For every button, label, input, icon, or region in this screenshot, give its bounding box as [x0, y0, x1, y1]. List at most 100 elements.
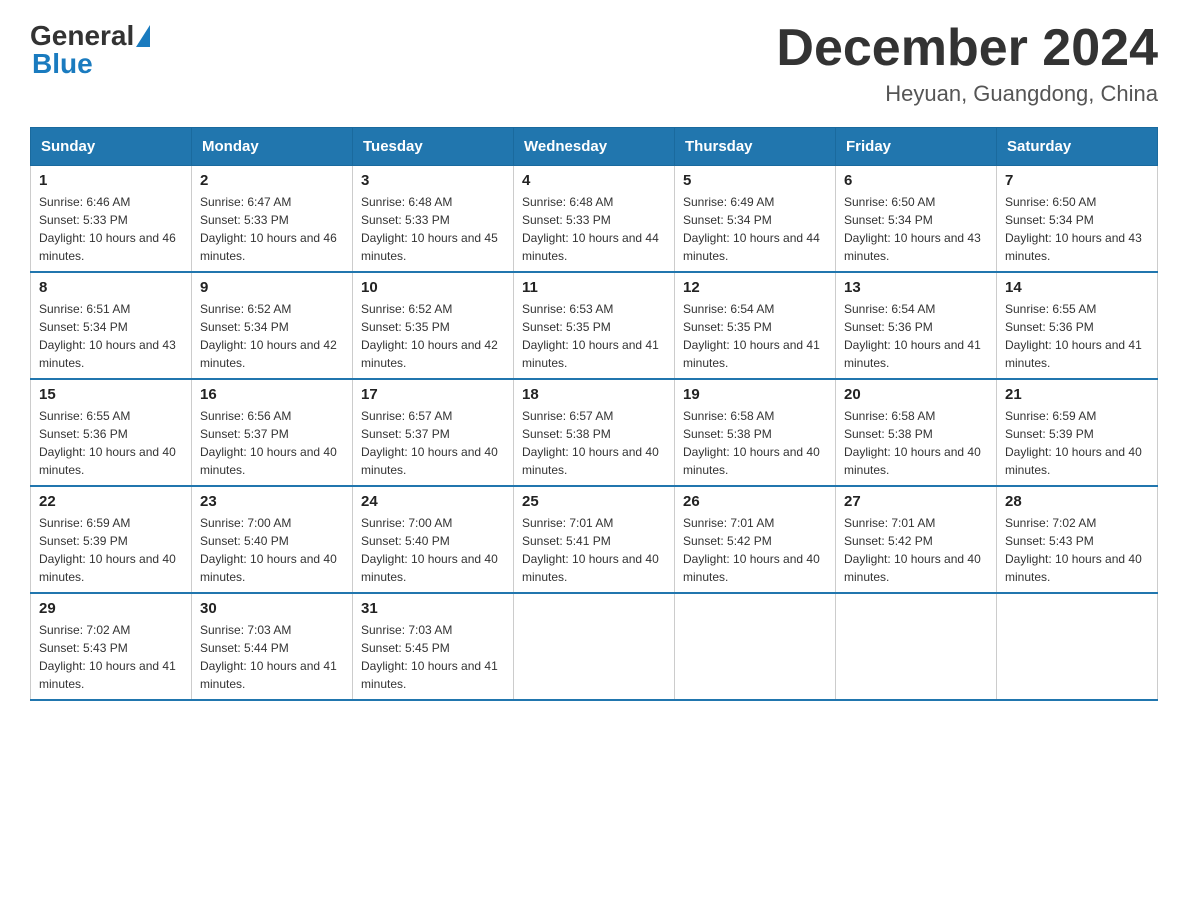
calendar-cell: 18 Sunrise: 6:57 AMSunset: 5:38 PMDayligh… — [514, 379, 675, 486]
day-number: 10 — [361, 279, 505, 296]
calendar-subtitle: Heyuan, Guangdong, China — [776, 81, 1158, 107]
calendar-cell: 22 Sunrise: 6:59 AMSunset: 5:39 PMDayligh… — [31, 486, 192, 593]
calendar-cell: 30 Sunrise: 7:03 AMSunset: 5:44 PMDayligh… — [192, 593, 353, 700]
calendar-cell: 14 Sunrise: 6:55 AMSunset: 5:36 PMDayligh… — [997, 272, 1158, 379]
calendar-cell: 15 Sunrise: 6:55 AMSunset: 5:36 PMDayligh… — [31, 379, 192, 486]
calendar-cell: 4 Sunrise: 6:48 AMSunset: 5:33 PMDaylight… — [514, 166, 675, 273]
day-info: Sunrise: 6:55 AMSunset: 5:36 PMDaylight:… — [1005, 300, 1149, 372]
day-info: Sunrise: 6:47 AMSunset: 5:33 PMDaylight:… — [200, 193, 344, 265]
day-info: Sunrise: 6:49 AMSunset: 5:34 PMDaylight:… — [683, 193, 827, 265]
day-info: Sunrise: 6:57 AMSunset: 5:37 PMDaylight:… — [361, 407, 505, 479]
calendar-cell: 23 Sunrise: 7:00 AMSunset: 5:40 PMDayligh… — [192, 486, 353, 593]
calendar-cell: 29Sunrise: 7:02 AMSunset: 5:43 PMDayligh… — [31, 593, 192, 700]
calendar-cell: 21 Sunrise: 6:59 AMSunset: 5:39 PMDayligh… — [997, 379, 1158, 486]
day-info: Sunrise: 6:55 AMSunset: 5:36 PMDaylight:… — [39, 407, 183, 479]
day-number: 2 — [200, 172, 344, 189]
calendar-cell — [514, 593, 675, 700]
day-number: 12 — [683, 279, 827, 296]
logo-general-text: General — [30, 20, 134, 51]
day-number: 27 — [844, 493, 988, 510]
calendar-cell: 10 Sunrise: 6:52 AMSunset: 5:35 PMDayligh… — [353, 272, 514, 379]
day-info: Sunrise: 6:51 AMSunset: 5:34 PMDaylight:… — [39, 300, 183, 372]
day-info: Sunrise: 6:46 AMSunset: 5:33 PMDaylight:… — [39, 193, 183, 265]
calendar-cell: 8Sunrise: 6:51 AMSunset: 5:34 PMDaylight… — [31, 272, 192, 379]
day-number: 28 — [1005, 493, 1149, 510]
day-number: 23 — [200, 493, 344, 510]
calendar-table: SundayMondayTuesdayWednesdayThursdayFrid… — [30, 127, 1158, 701]
calendar-cell — [836, 593, 997, 700]
calendar-week-row: 22 Sunrise: 6:59 AMSunset: 5:39 PMDayligh… — [31, 486, 1158, 593]
calendar-cell: 5 Sunrise: 6:49 AMSunset: 5:34 PMDaylight… — [675, 166, 836, 273]
calendar-cell: 31Sunrise: 7:03 AMSunset: 5:45 PMDayligh… — [353, 593, 514, 700]
calendar-cell: 7 Sunrise: 6:50 AMSunset: 5:34 PMDaylight… — [997, 166, 1158, 273]
calendar-cell: 12 Sunrise: 6:54 AMSunset: 5:35 PMDayligh… — [675, 272, 836, 379]
day-number: 18 — [522, 386, 666, 403]
calendar-cell: 19Sunrise: 6:58 AMSunset: 5:38 PMDayligh… — [675, 379, 836, 486]
day-number: 4 — [522, 172, 666, 189]
column-header-saturday: Saturday — [997, 128, 1158, 166]
day-info: Sunrise: 6:48 AMSunset: 5:33 PMDaylight:… — [361, 193, 505, 265]
day-info: Sunrise: 7:03 AMSunset: 5:44 PMDaylight:… — [200, 621, 344, 693]
calendar-cell: 6Sunrise: 6:50 AMSunset: 5:34 PMDaylight… — [836, 166, 997, 273]
day-number: 30 — [200, 600, 344, 617]
day-info: Sunrise: 6:56 AMSunset: 5:37 PMDaylight:… — [200, 407, 344, 479]
page-header: General Blue December 2024 Heyuan, Guang… — [30, 20, 1158, 107]
day-number: 13 — [844, 279, 988, 296]
day-number: 9 — [200, 279, 344, 296]
day-number: 5 — [683, 172, 827, 189]
day-info: Sunrise: 6:59 AMSunset: 5:39 PMDaylight:… — [1005, 407, 1149, 479]
calendar-cell: 13 Sunrise: 6:54 AMSunset: 5:36 PMDayligh… — [836, 272, 997, 379]
day-info: Sunrise: 7:03 AMSunset: 5:45 PMDaylight:… — [361, 621, 505, 693]
calendar-week-row: 15 Sunrise: 6:55 AMSunset: 5:36 PMDayligh… — [31, 379, 1158, 486]
day-info: Sunrise: 6:59 AMSunset: 5:39 PMDaylight:… — [39, 514, 183, 586]
day-number: 20 — [844, 386, 988, 403]
column-header-tuesday: Tuesday — [353, 128, 514, 166]
column-header-sunday: Sunday — [31, 128, 192, 166]
calendar-cell: 26 Sunrise: 7:01 AMSunset: 5:42 PMDayligh… — [675, 486, 836, 593]
day-number: 1 — [39, 172, 183, 189]
day-info: Sunrise: 6:54 AMSunset: 5:35 PMDaylight:… — [683, 300, 827, 372]
calendar-cell — [675, 593, 836, 700]
day-number: 26 — [683, 493, 827, 510]
calendar-cell: 28 Sunrise: 7:02 AMSunset: 5:43 PMDayligh… — [997, 486, 1158, 593]
calendar-title: December 2024 — [776, 20, 1158, 77]
calendar-cell: 27Sunrise: 7:01 AMSunset: 5:42 PMDayligh… — [836, 486, 997, 593]
calendar-week-row: 1 Sunrise: 6:46 AMSunset: 5:33 PMDaylight… — [31, 166, 1158, 273]
day-info: Sunrise: 6:50 AMSunset: 5:34 PMDaylight:… — [1005, 193, 1149, 265]
day-number: 15 — [39, 386, 183, 403]
day-info: Sunrise: 7:01 AMSunset: 5:42 PMDaylight:… — [683, 514, 827, 586]
logo-blue-text: Blue — [32, 48, 150, 80]
day-info: Sunrise: 6:58 AMSunset: 5:38 PMDaylight:… — [683, 407, 827, 479]
day-info: Sunrise: 6:52 AMSunset: 5:34 PMDaylight:… — [200, 300, 344, 372]
day-info: Sunrise: 6:48 AMSunset: 5:33 PMDaylight:… — [522, 193, 666, 265]
day-number: 24 — [361, 493, 505, 510]
column-header-monday: Monday — [192, 128, 353, 166]
calendar-cell: 25 Sunrise: 7:01 AMSunset: 5:41 PMDayligh… — [514, 486, 675, 593]
day-number: 16 — [200, 386, 344, 403]
logo-triangle-icon — [136, 25, 150, 47]
day-number: 3 — [361, 172, 505, 189]
day-number: 14 — [1005, 279, 1149, 296]
calendar-header-row: SundayMondayTuesdayWednesdayThursdayFrid… — [31, 128, 1158, 166]
calendar-cell: 24Sunrise: 7:00 AMSunset: 5:40 PMDayligh… — [353, 486, 514, 593]
column-header-thursday: Thursday — [675, 128, 836, 166]
day-info: Sunrise: 7:00 AMSunset: 5:40 PMDaylight:… — [200, 514, 344, 586]
calendar-cell — [997, 593, 1158, 700]
day-number: 7 — [1005, 172, 1149, 189]
day-info: Sunrise: 6:57 AMSunset: 5:38 PMDaylight:… — [522, 407, 666, 479]
calendar-cell: 20Sunrise: 6:58 AMSunset: 5:38 PMDayligh… — [836, 379, 997, 486]
day-number: 17 — [361, 386, 505, 403]
calendar-week-row: 29Sunrise: 7:02 AMSunset: 5:43 PMDayligh… — [31, 593, 1158, 700]
calendar-cell: 11Sunrise: 6:53 AMSunset: 5:35 PMDayligh… — [514, 272, 675, 379]
day-number: 21 — [1005, 386, 1149, 403]
day-info: Sunrise: 6:53 AMSunset: 5:35 PMDaylight:… — [522, 300, 666, 372]
day-info: Sunrise: 6:52 AMSunset: 5:35 PMDaylight:… — [361, 300, 505, 372]
day-info: Sunrise: 7:02 AMSunset: 5:43 PMDaylight:… — [1005, 514, 1149, 586]
day-number: 25 — [522, 493, 666, 510]
day-info: Sunrise: 7:01 AMSunset: 5:41 PMDaylight:… — [522, 514, 666, 586]
column-header-friday: Friday — [836, 128, 997, 166]
calendar-cell: 17 Sunrise: 6:57 AMSunset: 5:37 PMDayligh… — [353, 379, 514, 486]
day-info: Sunrise: 6:54 AMSunset: 5:36 PMDaylight:… — [844, 300, 988, 372]
calendar-cell: 9 Sunrise: 6:52 AMSunset: 5:34 PMDaylight… — [192, 272, 353, 379]
day-number: 22 — [39, 493, 183, 510]
